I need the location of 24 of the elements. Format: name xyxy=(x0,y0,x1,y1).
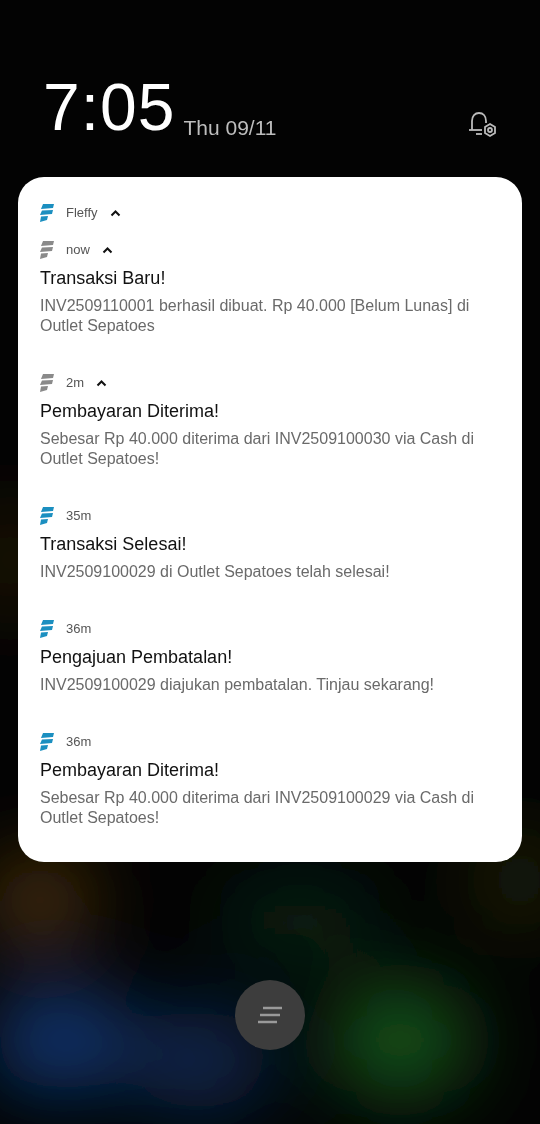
notification-time: 2m xyxy=(66,374,85,393)
notification-time: 36m xyxy=(66,733,92,752)
notification-time: 36m xyxy=(66,620,92,639)
date-text: Thu 09/11 xyxy=(183,117,277,138)
menu-icon xyxy=(257,1006,283,1024)
notification-time: now xyxy=(66,241,90,260)
collapse-caret-icon[interactable] xyxy=(96,379,108,387)
app-name: Fleffy xyxy=(66,204,98,223)
notification-body: INV2509100029 diajukan pembatalan. Tinjau sekarang! xyxy=(40,675,436,695)
notification-title: Transaksi Selesai! xyxy=(40,533,188,556)
collapse-caret-icon[interactable] xyxy=(101,246,113,254)
notification-title: Pengajuan Pembatalan! xyxy=(40,646,234,669)
notification-body: Sebesar Rp 40.000 diterima dari INV2509100029 via Cash di Outlet Sepatoes! xyxy=(40,788,476,828)
notification-settings-icon[interactable] xyxy=(468,110,498,138)
collapse-caret-icon[interactable] xyxy=(109,209,121,217)
clock-time: 7:05 xyxy=(43,74,176,140)
notification-time: 35m xyxy=(66,507,92,526)
notification-title: Pembayaran Diterima! xyxy=(40,400,221,423)
notification-body: INV2509110001 berhasil dibuat. Rp 40.000 [Belum Lunas] di Outlet Sepatoes xyxy=(40,296,471,336)
notification-title: Transaksi Baru! xyxy=(40,267,167,290)
notification-body: INV2509100029 di Outlet Sepatoes telah selesai! xyxy=(40,562,391,582)
notification-title: Pembayaran Diterima! xyxy=(40,759,221,782)
notification-body: Sebesar Rp 40.000 diterima dari INV2509100030 via Cash di Outlet Sepatoes! xyxy=(40,429,476,469)
app-logo-icon xyxy=(40,204,54,222)
